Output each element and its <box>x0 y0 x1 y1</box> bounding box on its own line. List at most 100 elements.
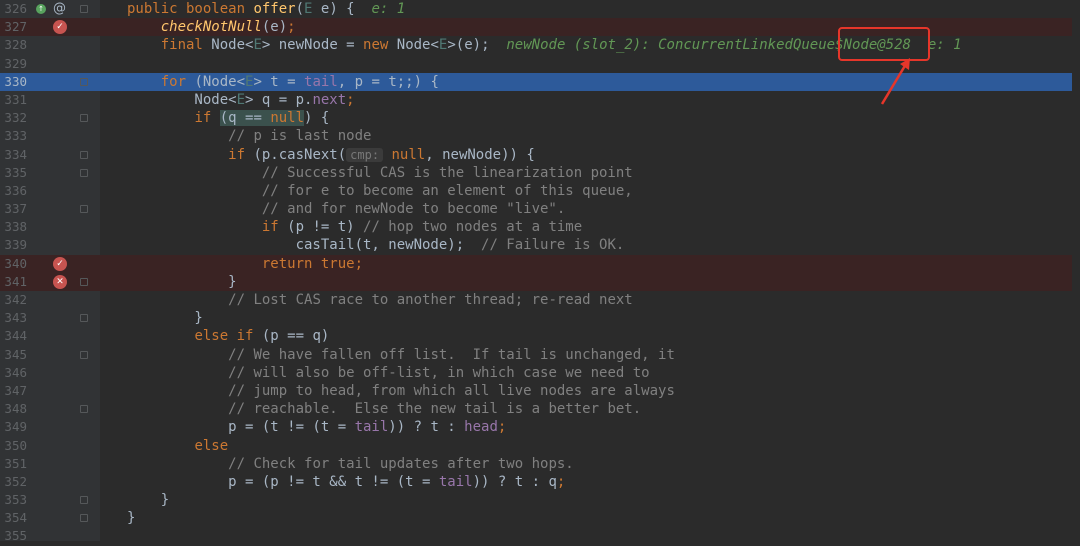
code-line-349[interactable]: 349 p = (t != (t = tail)) ? t : head; <box>0 418 1080 436</box>
code-fragment <box>127 438 194 454</box>
fold-marker-icon[interactable] <box>80 496 88 505</box>
keyword: if <box>261 219 288 236</box>
code-line-343[interactable]: 343 } <box>0 309 1080 327</box>
code-line-333[interactable]: 333 // p is last node <box>0 127 1080 145</box>
code-line-351[interactable]: 351 // Check for tail updates after two … <box>0 455 1080 473</box>
code-line-347[interactable]: 347 // jump to head, from which all live… <box>0 382 1080 400</box>
code-editor[interactable]: 326 ↑ @ public boolean offer(E e) { e: 1… <box>0 0 1080 543</box>
keyword: if <box>228 146 254 163</box>
code-line-353[interactable]: 353 } <box>0 491 1080 509</box>
code-fragment <box>127 183 262 199</box>
keyword: null <box>270 110 305 127</box>
annotation-arrow-icon <box>880 58 910 105</box>
code-text: // jump to head, from which all live nod… <box>127 382 675 400</box>
comment: // jump to head, from which all live nod… <box>228 382 675 399</box>
code-text: p = (t != (t = tail)) ? t : head; <box>127 418 506 436</box>
override-icon[interactable]: ↑ <box>36 4 46 14</box>
fold-marker-icon[interactable] <box>80 77 88 86</box>
method-call: checkNotNull <box>160 19 262 36</box>
keyword: null <box>383 146 426 163</box>
breakpoint-icon[interactable]: ✓ <box>53 20 67 35</box>
method-name: offer <box>253 1 296 17</box>
fold-marker-icon[interactable] <box>80 114 88 123</box>
code-line-338[interactable]: 338 if (p != t) // hop two nodes at a ti… <box>0 218 1080 236</box>
code-fragment <box>127 328 194 344</box>
line-number: 338 <box>4 219 27 235</box>
code-fragment: (q == <box>219 110 271 127</box>
code-line-339[interactable]: 339 casTail(t, newNode); // Failure is O… <box>0 236 1080 254</box>
comment: // for e to become an element of this qu… <box>261 182 633 199</box>
code-fragment: > newNode = <box>261 37 364 54</box>
code-fragment: (p != t) <box>287 219 364 236</box>
line-number: 349 <box>4 419 27 435</box>
code-fragment: Node< <box>396 37 439 54</box>
code-line-332[interactable]: 332 if (q == null) { <box>0 109 1080 127</box>
code-line-350[interactable]: 350 else <box>0 437 1080 455</box>
comment: // Successful CAS is the linearization p… <box>261 164 633 181</box>
code-line-336[interactable]: 336 // for e to become an element of thi… <box>0 182 1080 200</box>
code-line-355[interactable]: 355 <box>0 527 1080 545</box>
code-fragment: )) ? t : q <box>472 473 557 490</box>
code-fragment: casTail(t, newNode); <box>127 237 482 254</box>
field: tail <box>438 473 473 490</box>
code-line-326[interactable]: 326 ↑ @ public boolean offer(E e) { e: 1 <box>0 0 1080 18</box>
code-line-331[interactable]: 331 Node<E> q = p.next; <box>0 91 1080 109</box>
code-line-330-current[interactable]: 330 for (Node<E> t = tail, p = t;;) { <box>0 72 1080 91</box>
fold-marker-icon[interactable] <box>80 314 88 323</box>
code-text: if (p != t) // hop two nodes at a time <box>127 218 582 236</box>
keyword: return true; <box>261 255 364 272</box>
fold-marker-icon[interactable] <box>80 514 88 523</box>
keyword: new <box>363 37 397 54</box>
code-line-345[interactable]: 345 // We have fallen off list. If tail … <box>0 346 1080 364</box>
fold-marker-icon[interactable] <box>80 405 88 414</box>
code-text: if (p.casNext(cmp: null, newNode)) { <box>127 146 535 164</box>
parameter-hint: cmp: <box>346 147 384 162</box>
line-number: 331 <box>4 91 27 107</box>
comment: // hop two nodes at a time <box>363 219 583 236</box>
fold-marker-icon[interactable] <box>80 205 88 214</box>
code-line-340[interactable]: 340 ✓ return true; <box>0 254 1080 273</box>
line-number: 330 <box>4 73 27 89</box>
code-text: p = (p != t && t != (t = tail)) ? t : q; <box>127 473 565 491</box>
code-line-337[interactable]: 337 // and for newNode to become "live". <box>0 200 1080 218</box>
code-text: checkNotNull(e); <box>127 18 296 36</box>
code-line-342[interactable]: 342 // Lost CAS race to another thread; … <box>0 291 1080 309</box>
code-line-334[interactable]: 334 if (p.casNext(cmp: null, newNode)) { <box>0 146 1080 164</box>
code-fragment: (p == q) <box>261 328 330 345</box>
field: tail <box>304 73 338 90</box>
line-number: 354 <box>4 510 27 526</box>
at-icon[interactable]: @ <box>53 0 66 18</box>
fold-marker-icon[interactable] <box>80 277 88 286</box>
line-number: 352 <box>4 473 27 489</box>
type-param: E <box>236 91 246 108</box>
code-line-352[interactable]: 352 p = (p != t && t != (t = tail)) ? t … <box>0 473 1080 491</box>
debug-inline-value: e: 1 <box>371 1 406 17</box>
fold-marker-icon[interactable] <box>80 168 88 177</box>
code-text: } <box>127 510 136 527</box>
code-fragment <box>127 256 262 272</box>
code-line-348[interactable]: 348 // reachable. Else the new tail is a… <box>0 400 1080 418</box>
code-line-341[interactable]: 341 ✕ } <box>0 272 1080 291</box>
keyword: public boolean <box>127 1 254 17</box>
line-number: 355 <box>4 528 27 544</box>
breakpoint-invalid-icon[interactable]: ✕ <box>53 274 67 289</box>
line-number: 340 <box>4 255 27 271</box>
line-number: 341 <box>4 273 27 289</box>
comment: // reachable. Else the new tail is a bet… <box>228 401 642 418</box>
fold-marker-icon[interactable] <box>80 350 88 359</box>
code-line-344[interactable]: 344 else if (p == q) <box>0 327 1080 345</box>
code-line-354[interactable]: 354 } <box>0 509 1080 527</box>
fold-marker-icon[interactable] <box>80 5 88 13</box>
code-text: } <box>127 492 170 509</box>
line-number: 333 <box>4 128 27 144</box>
breakpoint-icon[interactable]: ✓ <box>53 256 67 271</box>
keyword: else <box>194 437 229 454</box>
fold-marker-icon[interactable] <box>80 150 88 159</box>
code-text: // We have fallen off list. If tail is u… <box>127 346 675 364</box>
code-text: } <box>127 310 203 327</box>
code-line-335[interactable]: 335 // Successful CAS is the linearizati… <box>0 164 1080 182</box>
editor-scrollbar[interactable] <box>1072 0 1080 541</box>
code-line-346[interactable]: 346 // will also be off-list, in which c… <box>0 364 1080 382</box>
code-fragment: >(e); <box>447 37 507 54</box>
semicolon: ; <box>346 91 355 108</box>
